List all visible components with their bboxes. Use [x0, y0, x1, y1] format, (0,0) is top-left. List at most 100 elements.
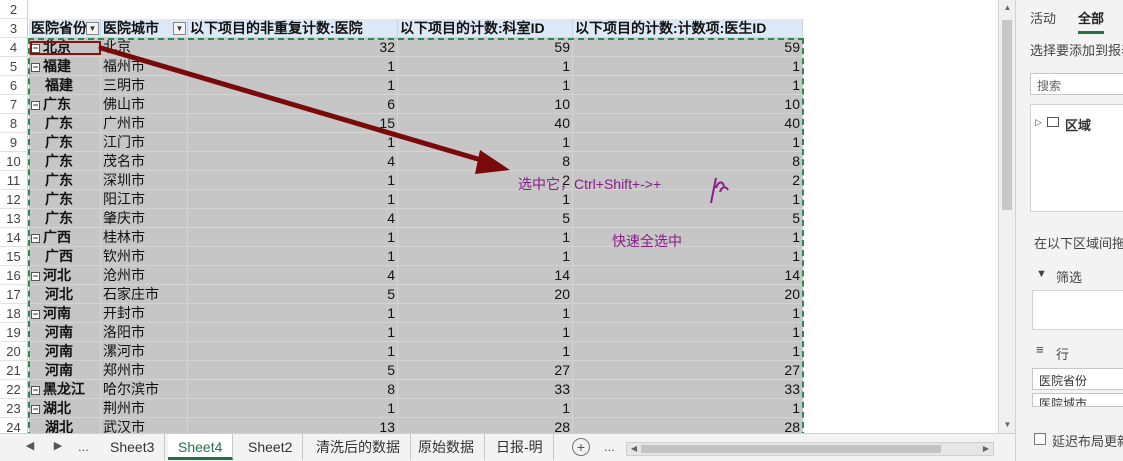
row-number[interactable]: 5 — [0, 57, 28, 76]
cell-count-doctor[interactable]: 1 — [573, 304, 803, 323]
cell-city[interactable]: 北京 — [101, 38, 188, 57]
row-field-province[interactable]: 医院省份 — [1032, 368, 1123, 390]
horizontal-scrollbar[interactable]: ◀ ▶ — [626, 442, 994, 456]
sheet-tab[interactable]: Sheet4 — [168, 434, 234, 460]
prev-sheet-icon[interactable]: ◀ — [22, 439, 38, 452]
cell-province[interactable]: 湖北 — [29, 418, 101, 433]
sheet-tab[interactable]: 日报-明 — [486, 434, 554, 460]
cell-count-doctor[interactable]: 59 — [573, 38, 803, 57]
header-distinct-hospital[interactable]: 以下项目的非重复计数:医院 — [188, 19, 398, 38]
filter-dropdown-icon[interactable]: ▼ — [173, 22, 186, 35]
collapse-icon[interactable]: − — [31, 62, 40, 72]
cell-distinct-hospital[interactable]: 1 — [188, 304, 398, 323]
cell-distinct-hospital[interactable]: 1 — [188, 228, 398, 247]
cell-distinct-hospital[interactable]: 1 — [188, 399, 398, 418]
cell-distinct-hospital[interactable]: 8 — [188, 380, 398, 399]
cell-count-doctor[interactable]: 1 — [573, 133, 803, 152]
header-count-doctor[interactable]: 以下项目的计数:计数项:医生ID — [573, 19, 803, 38]
cell-city[interactable]: 荆州市 — [101, 399, 188, 418]
cell-distinct-hospital[interactable]: 4 — [188, 266, 398, 285]
cell-province[interactable]: − 河北 — [29, 266, 101, 285]
cell-city[interactable]: 佛山市 — [101, 95, 188, 114]
cell-province[interactable]: − 福建 — [29, 57, 101, 76]
row-number[interactable]: 12 — [0, 190, 28, 209]
cell-distinct-hospital[interactable]: 1 — [188, 190, 398, 209]
row-number[interactable]: 13 — [0, 209, 28, 228]
cell-count-doctor[interactable]: 27 — [573, 361, 803, 380]
cell-city[interactable]: 漯河市 — [101, 342, 188, 361]
row-number[interactable]: 16 — [0, 266, 28, 285]
row-number[interactable]: 14 — [0, 228, 28, 247]
cell-province[interactable]: 广东 — [29, 152, 101, 171]
cell-province[interactable]: − 湖北 — [29, 399, 101, 418]
cell-distinct-hospital[interactable]: 5 — [188, 361, 398, 380]
cell-count-doctor[interactable]: 20 — [573, 285, 803, 304]
cell-count-doctor[interactable]: 8 — [573, 152, 803, 171]
row-number[interactable]: 21 — [0, 361, 28, 380]
cell-distinct-hospital[interactable]: 4 — [188, 152, 398, 171]
cell-count-doctor[interactable]: 28 — [573, 418, 803, 433]
scroll-down-icon[interactable]: ▼ — [999, 417, 1016, 433]
cell-count-dept[interactable]: 5 — [398, 209, 573, 228]
cell-count-doctor[interactable]: 1 — [573, 323, 803, 342]
sheet-tab[interactable]: 原始数据 — [408, 434, 485, 460]
cell-count-doctor[interactable]: 1 — [573, 342, 803, 361]
cell-province[interactable]: 广东 — [29, 190, 101, 209]
cell-province[interactable]: − 广东 — [29, 95, 101, 114]
row-number[interactable]: 22 — [0, 380, 28, 399]
spreadsheet-grid[interactable]: 2 3 医院省份 ▼ 医院城市 ▼ 以下项目的非重复计数:医院 以下项目的计数:… — [0, 0, 998, 433]
cell-province[interactable]: − 广西 — [29, 228, 101, 247]
row-number[interactable]: 6 — [0, 76, 28, 95]
cell-count-dept[interactable]: 1 — [398, 57, 573, 76]
cell-distinct-hospital[interactable]: 1 — [188, 133, 398, 152]
cell-city[interactable]: 洛阳市 — [101, 323, 188, 342]
scroll-thumb[interactable] — [1002, 20, 1012, 210]
cell-count-doctor[interactable]: 33 — [573, 380, 803, 399]
cell-province[interactable]: 河北 — [29, 285, 101, 304]
collapse-icon[interactable]: − — [31, 100, 40, 110]
filter-drop-zone[interactable] — [1032, 290, 1123, 330]
cell-count-dept[interactable]: 14 — [398, 266, 573, 285]
defer-update-checkbox[interactable] — [1034, 433, 1046, 445]
cell-city[interactable]: 江门市 — [101, 133, 188, 152]
scroll-left-icon[interactable]: ◀ — [627, 442, 641, 456]
cell-count-dept[interactable]: 1 — [398, 76, 573, 95]
cell-city[interactable]: 茂名市 — [101, 152, 188, 171]
cell-province[interactable]: 河南 — [29, 323, 101, 342]
cell-city[interactable]: 广州市 — [101, 114, 188, 133]
header-count-dept[interactable]: 以下项目的计数:科室ID — [398, 19, 573, 38]
row-number[interactable]: 10 — [0, 152, 28, 171]
cell-distinct-hospital[interactable]: 1 — [188, 323, 398, 342]
cell-city[interactable]: 三明市 — [101, 76, 188, 95]
cell-count-doctor[interactable]: 1 — [573, 247, 803, 266]
cell-province[interactable]: 广东 — [29, 171, 101, 190]
row-number[interactable]: 15 — [0, 247, 28, 266]
cell-province[interactable]: 广东 — [29, 209, 101, 228]
row-number[interactable]: 17 — [0, 285, 28, 304]
cell-count-dept[interactable]: 1 — [398, 342, 573, 361]
cell-province[interactable]: 河南 — [29, 342, 101, 361]
collapse-icon[interactable]: − — [31, 233, 40, 243]
cell-province[interactable]: 河南 — [29, 361, 101, 380]
cell-distinct-hospital[interactable]: 1 — [188, 247, 398, 266]
cell-count-dept[interactable]: 1 — [398, 228, 573, 247]
cell-count-dept[interactable]: 28 — [398, 418, 573, 433]
cell-distinct-hospital[interactable]: 13 — [188, 418, 398, 433]
cell-province[interactable]: − 北京 — [29, 38, 101, 57]
cell-city[interactable]: 开封市 — [101, 304, 188, 323]
cell-count-dept[interactable]: 1 — [398, 323, 573, 342]
cell-count-doctor[interactable]: 40 — [573, 114, 803, 133]
cell-count-doctor[interactable]: 1 — [573, 57, 803, 76]
cell-province[interactable]: 广西 — [29, 247, 101, 266]
cell-province[interactable]: − 黑龙江 — [29, 380, 101, 399]
cell-city[interactable]: 武汉市 — [101, 418, 188, 433]
cell-city[interactable]: 深圳市 — [101, 171, 188, 190]
scroll-up-icon[interactable]: ▲ — [999, 0, 1016, 16]
cell-distinct-hospital[interactable]: 1 — [188, 171, 398, 190]
cell-count-doctor[interactable]: 14 — [573, 266, 803, 285]
cell-province[interactable]: − 河南 — [29, 304, 101, 323]
cell-city[interactable]: 福州市 — [101, 57, 188, 76]
row-number[interactable]: 20 — [0, 342, 28, 361]
cell-count-dept[interactable]: 1 — [398, 133, 573, 152]
cell-distinct-hospital[interactable]: 5 — [188, 285, 398, 304]
